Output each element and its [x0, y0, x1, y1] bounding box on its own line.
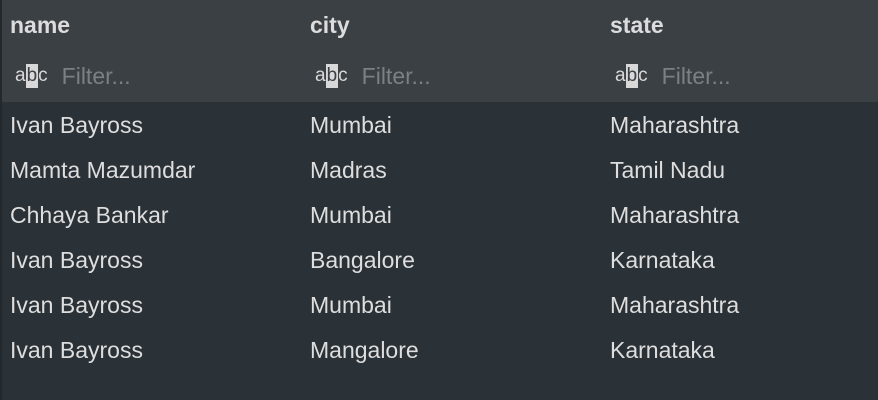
table-row[interactable]: Ivan Bayross Mumbai Maharashtra — [0, 103, 878, 148]
cell-state: Maharashtra — [610, 112, 740, 138]
text-filter-icon: abc — [315, 64, 348, 88]
cell-name: Ivan Bayross — [10, 112, 143, 138]
table-row[interactable]: Mamta Mazumdar Madras Tamil Nadu — [0, 148, 878, 193]
column-header-name[interactable]: name — [10, 12, 70, 39]
table-row[interactable]: Chhaya Bankar Mumbai Maharashtra — [0, 193, 878, 238]
text-filter-icon: abc — [15, 64, 48, 88]
filter-city[interactable]: abc Filter... — [315, 60, 562, 92]
cell-city: Mumbai — [310, 112, 392, 138]
cell-state: Karnataka — [610, 247, 715, 273]
cell-state: Karnataka — [610, 337, 715, 363]
filter-state[interactable]: abc Filter... — [615, 60, 862, 92]
filter-input-city[interactable]: Filter... — [362, 63, 562, 90]
table-row[interactable]: Ivan Bayross Mangalore Karnataka — [0, 328, 878, 373]
cell-city: Madras — [310, 157, 387, 183]
cell-state: Maharashtra — [610, 202, 740, 228]
cell-city: Mumbai — [310, 202, 392, 228]
cell-name: Ivan Bayross — [10, 337, 143, 363]
filter-input-state[interactable]: Filter... — [662, 63, 862, 90]
cell-city: Mangalore — [310, 337, 419, 363]
text-filter-icon: abc — [615, 64, 648, 88]
cell-name: Ivan Bayross — [10, 247, 143, 273]
column-header-city[interactable]: city — [310, 12, 350, 39]
cell-city: Mumbai — [310, 292, 392, 318]
cell-state: Tamil Nadu — [610, 157, 726, 183]
table-row[interactable]: Ivan Bayross Bangalore Karnataka — [0, 238, 878, 283]
cell-name: Mamta Mazumdar — [10, 157, 196, 183]
cell-name: Chhaya Bankar — [10, 202, 169, 228]
filter-input-name[interactable]: Filter... — [62, 63, 262, 90]
cell-state: Maharashtra — [610, 292, 740, 318]
cell-city: Bangalore — [310, 247, 415, 273]
filter-name[interactable]: abc Filter... — [15, 60, 262, 92]
cell-name: Ivan Bayross — [10, 292, 143, 318]
table-row[interactable]: Ivan Bayross Mumbai Maharashtra — [0, 283, 878, 328]
column-header-state[interactable]: state — [610, 12, 664, 39]
